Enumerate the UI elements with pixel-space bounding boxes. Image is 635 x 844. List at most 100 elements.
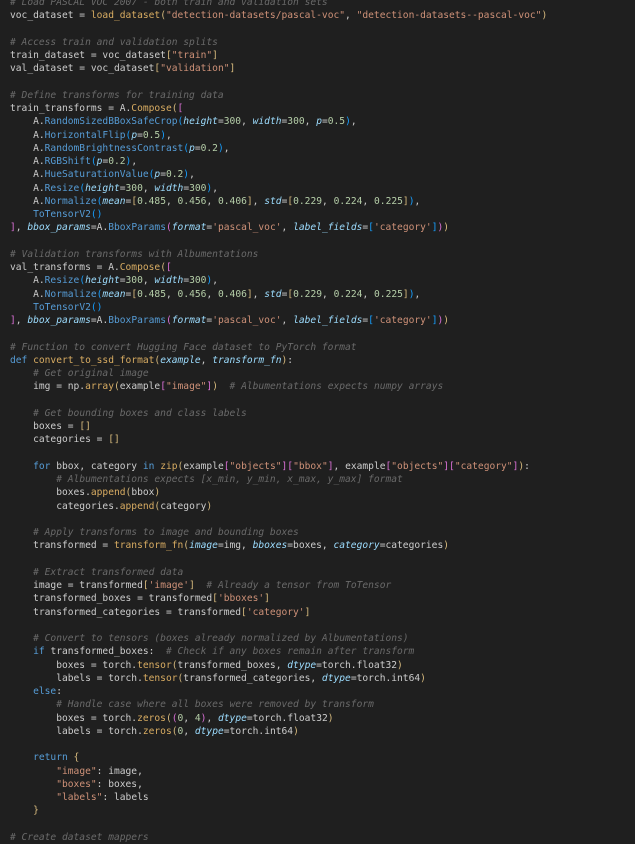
code-number: 0.2 <box>165 169 184 181</box>
code-line[interactable]: # Albumentations expects [x_min, y_min, … <box>10 473 635 486</box>
code-line[interactable]: transformed = transform_fn(image=img, bb… <box>10 539 635 552</box>
code-line[interactable]: categories = [] <box>10 433 635 446</box>
code-line[interactable]: # Access train and validation splits <box>10 36 635 49</box>
code-text: boxes = torch. <box>10 712 138 724</box>
code-line[interactable]: boxes.append(bbox) <box>10 486 635 499</box>
code-line[interactable]: voc_dataset = load_dataset("detection-da… <box>10 9 635 22</box>
code-line[interactable] <box>10 513 635 526</box>
code-line[interactable]: val_dataset = voc_dataset["validation"] <box>10 62 635 75</box>
code-line[interactable]: # Get original image <box>10 367 635 380</box>
code-string: "bbox" <box>293 460 328 472</box>
code-line[interactable]: ], bbox_params=A.BboxParams(format='pasc… <box>10 221 635 234</box>
code-line[interactable]: "labels": labels <box>10 791 635 804</box>
code-parameter: label_fields <box>293 315 363 326</box>
code-parameter: label_fields <box>293 222 363 234</box>
code-function: zip <box>160 460 178 472</box>
code-line[interactable]: else: <box>10 685 635 698</box>
code-parameter: bbox_params <box>27 222 91 234</box>
code-line[interactable]: # Get bounding boxes and class labels <box>10 407 635 420</box>
code-number: 0.229 <box>293 195 323 207</box>
code-line[interactable]: A.RGBShift(p=0.2), <box>10 155 635 168</box>
code-line[interactable]: # Function to convert Hugging Face datas… <box>10 341 635 354</box>
code-line[interactable]: # Convert to tensors (boxes already norm… <box>10 632 635 645</box>
code-line[interactable] <box>10 235 635 248</box>
code-line[interactable]: train_transforms = A.Compose([ <box>10 102 635 115</box>
code-line[interactable]: "image": image, <box>10 765 635 778</box>
code-line[interactable] <box>10 394 635 407</box>
code-line[interactable]: img = np.array(example["image"]) # Album… <box>10 380 635 393</box>
code-comment: # Validation transforms with Albumentati… <box>10 248 259 260</box>
code-function: load_dataset <box>90 10 161 22</box>
code-comment: # Define transforms for training data <box>10 89 224 101</box>
code-bracket: [] <box>79 421 91 432</box>
code-line[interactable]: for bbox, category in zip(example["objec… <box>10 460 635 473</box>
code-line[interactable]: # Load PASCAL VOC 2007 - both train and … <box>10 0 635 9</box>
code-text: boxes = torch. <box>10 659 138 671</box>
code-line[interactable]: train_dataset = voc_dataset["train"] <box>10 49 635 62</box>
code-line[interactable] <box>10 447 635 460</box>
code-line[interactable]: def convert_to_ssd_format(example, trans… <box>10 354 635 367</box>
code-line[interactable] <box>10 619 635 632</box>
code-line[interactable]: ], bbox_params=A.BboxParams(format='pasc… <box>10 314 635 327</box>
code-line[interactable]: A.HorizontalFlip(p=0.5), <box>10 129 635 142</box>
code-parameter: std <box>264 195 282 207</box>
code-line[interactable]: boxes = torch.zeros((0, 4), dtype=torch.… <box>10 712 635 725</box>
code-text: , <box>281 222 294 234</box>
code-line[interactable]: boxes = torch.tensor(transformed_boxes, … <box>10 659 635 672</box>
code-line[interactable]: A.RandomBrightnessContrast(p=0.2), <box>10 142 635 155</box>
code-text: , <box>165 195 178 207</box>
code-bracket: ) <box>443 315 450 326</box>
code-line[interactable]: A.RandomSizedBBoxSafeCrop(height=300, wi… <box>10 115 635 128</box>
code-line[interactable] <box>10 553 635 566</box>
code-line[interactable]: A.Normalize(mean=[0.485, 0.456, 0.406], … <box>10 288 635 301</box>
code-line[interactable]: ToTensorV2() <box>10 301 635 314</box>
code-function: transform_fn <box>113 540 184 552</box>
code-editor[interactable]: # Load PASCAL VOC 2007 - both train and … <box>0 0 635 844</box>
code-line[interactable]: A.HueSaturationValue(p=0.2), <box>10 168 635 181</box>
code-line[interactable] <box>10 738 635 751</box>
code-number: 300 <box>287 116 305 128</box>
code-line[interactable]: image = transformed['image'] # Already a… <box>10 579 635 592</box>
code-text: , <box>200 354 213 366</box>
code-line[interactable]: labels = torch.tensor(transformed_catego… <box>10 672 635 685</box>
code-text: , <box>281 315 294 326</box>
code-string: 'pascal_voc' <box>212 315 282 326</box>
code-text: transformed_categories = transformed <box>10 606 242 618</box>
code-line[interactable]: # Define transforms for training data <box>10 89 635 102</box>
code-line[interactable]: # Create dataset mappers <box>10 831 635 844</box>
code-number: 0.406 <box>218 195 247 207</box>
code-number: 0.456 <box>177 288 207 300</box>
code-line[interactable]: } <box>10 804 635 817</box>
code-line[interactable]: # Extract transformed data <box>10 566 635 579</box>
code-line[interactable]: boxes = [] <box>10 420 635 433</box>
code-parameter: std <box>264 288 282 300</box>
code-line[interactable] <box>10 327 635 340</box>
code-line[interactable]: A.Resize(height=300, width=300), <box>10 274 635 287</box>
code-text: , <box>15 222 28 234</box>
code-line[interactable]: transformed_categories = transformed['ca… <box>10 606 635 619</box>
code-line[interactable]: # Apply transforms to image and bounding… <box>10 526 635 539</box>
code-line[interactable] <box>10 76 635 89</box>
code-line[interactable]: val_transforms = A.Compose([ <box>10 261 635 274</box>
code-keyword: RandomBrightnessContrast <box>44 142 184 154</box>
code-line[interactable]: # Validation transforms with Albumentati… <box>10 248 635 261</box>
code-line[interactable]: transformed_boxes = transformed['bboxes'… <box>10 592 635 605</box>
code-text: , <box>183 725 195 737</box>
code-line[interactable]: ToTensorV2() <box>10 208 635 221</box>
code-line[interactable]: "boxes": boxes, <box>10 778 635 791</box>
code-text: =A. <box>90 315 109 326</box>
code-line[interactable] <box>10 23 635 36</box>
code-comment: # Check if any boxes remain after transf… <box>165 646 415 658</box>
code-line[interactable]: A.Resize(height=300, width=300), <box>10 182 635 195</box>
code-line[interactable]: # Handle case where all boxes were remov… <box>10 698 635 711</box>
code-line[interactable] <box>10 818 635 831</box>
code-text: , <box>362 288 375 300</box>
code-line[interactable]: A.Normalize(mean=[0.485, 0.456, 0.406], … <box>10 195 635 208</box>
code-line[interactable]: return { <box>10 751 635 764</box>
code-line[interactable]: if transformed_boxes: # Check if any box… <box>10 645 635 658</box>
code-line[interactable]: labels = torch.zeros(0, dtype=torch.int6… <box>10 725 635 738</box>
code-line[interactable]: categories.append(category) <box>10 500 635 513</box>
